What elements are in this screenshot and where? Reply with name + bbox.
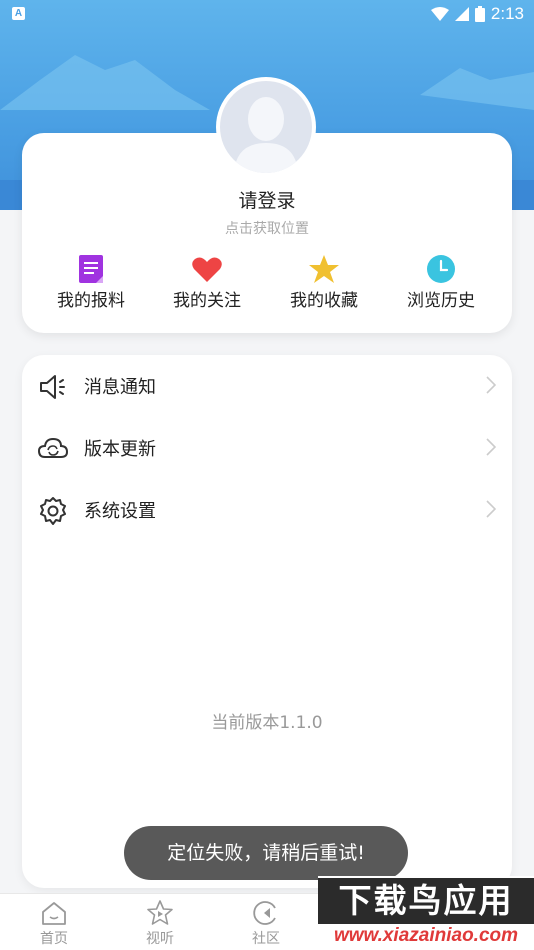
tab-community[interactable]: 社区	[216, 900, 316, 948]
star-icon	[309, 255, 339, 283]
community-icon	[253, 901, 276, 925]
location-failed-toast: 定位失败，请稍后重试!	[124, 826, 408, 880]
quick-action-my-favorites[interactable]: 我的收藏	[269, 254, 379, 311]
location-prompt[interactable]: 点击获取位置	[0, 218, 534, 238]
home-icon	[42, 902, 66, 925]
speaker-icon	[40, 375, 65, 399]
wifi-icon	[430, 7, 449, 21]
menu-item-label: 版本更新	[84, 439, 156, 460]
menu-item-notifications[interactable]: 消息通知	[22, 356, 512, 416]
avatar-placeholder-icon	[220, 81, 312, 173]
quick-action-label: 我的收藏	[290, 291, 358, 311]
status-bar: A 2:13	[0, 0, 534, 28]
app-version-text: 当前版本1.1.0	[211, 713, 323, 733]
tab-label: 首页	[40, 931, 68, 947]
watermark-url: www.xiazainiao.com	[333, 925, 519, 946]
menu-item-version-update[interactable]: 版本更新	[22, 418, 512, 478]
battery-icon	[474, 6, 485, 22]
watermark-title: 下载鸟应用	[318, 878, 534, 924]
quick-action-history[interactable]: 浏览历史	[386, 254, 496, 311]
play-star-icon	[147, 900, 173, 925]
a-icon: A	[12, 7, 25, 20]
tab-home[interactable]: 首页	[4, 900, 104, 948]
tab-label: 视听	[146, 931, 174, 947]
menu-item-label: 消息通知	[84, 377, 156, 398]
quick-action-my-reports[interactable]: 我的报料	[36, 254, 146, 311]
signal-icon	[454, 7, 469, 21]
status-time: 2:13	[490, 4, 524, 23]
chevron-right-icon	[486, 438, 496, 456]
quick-action-my-follows[interactable]: 我的关注	[152, 254, 262, 311]
tab-label: 社区	[252, 931, 280, 947]
clock-icon	[427, 255, 455, 283]
login-prompt[interactable]: 请登录	[0, 186, 534, 213]
menu-item-label: 系统设置	[84, 501, 156, 522]
menu-item-system-settings[interactable]: 系统设置	[22, 480, 512, 540]
cloud-sync-icon	[38, 437, 68, 458]
quick-action-label: 我的关注	[173, 291, 241, 311]
gear-icon	[40, 497, 66, 525]
heart-icon	[192, 257, 222, 282]
quick-action-label: 我的报料	[57, 291, 125, 311]
avatar[interactable]	[216, 77, 316, 177]
chevron-right-icon	[486, 500, 496, 518]
quick-action-label: 浏览历史	[407, 291, 475, 311]
watermark-logo: 下载鸟应用 www.xiazainiao.com	[318, 876, 534, 950]
chevron-right-icon	[486, 376, 496, 394]
document-icon	[79, 255, 103, 283]
tab-audiovisual[interactable]: 视听	[110, 900, 210, 948]
